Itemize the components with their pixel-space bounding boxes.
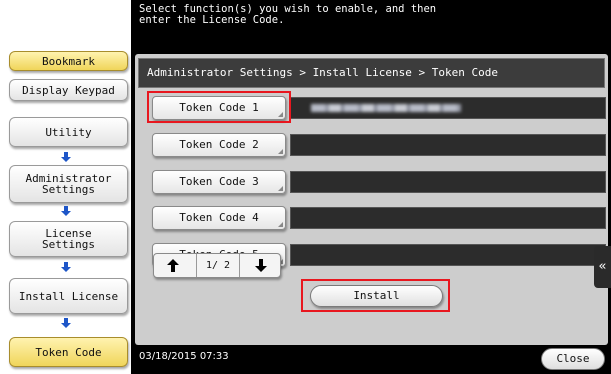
sidebar-item-administrator-settings[interactable]: Administrator Settings	[9, 165, 128, 203]
pager: 1/ 2	[153, 253, 281, 278]
token-code-1-highlight	[147, 91, 291, 123]
sidebar-item-license-settings[interactable]: License Settings	[9, 221, 128, 257]
sidebar-item-install-license[interactable]: Install License	[9, 278, 128, 314]
display-keypad-button[interactable]: Display Keypad	[9, 79, 128, 101]
arrow-down-icon	[61, 262, 71, 272]
token-code-3-field[interactable]	[290, 171, 606, 193]
breadcrumb: Administrator Settings > Install License…	[138, 58, 605, 88]
page-up-button[interactable]	[156, 254, 190, 277]
arrow-down-icon	[61, 318, 71, 328]
double-arrow-left-icon: «	[598, 259, 607, 274]
instruction-text: Select function(s) you wish to enable, a…	[139, 3, 437, 26]
token-code-1-field[interactable]	[290, 97, 606, 119]
sidebar-item-token-code[interactable]: Token Code	[9, 337, 128, 367]
token-code-2-button[interactable]: Token Code 2	[152, 133, 286, 157]
arrow-down-icon	[61, 152, 71, 162]
token-code-3-button[interactable]: Token Code 3	[152, 170, 286, 194]
token-code-4-field[interactable]	[290, 207, 606, 229]
datetime: 03/18/2015 07:33	[139, 351, 229, 362]
install-highlight	[301, 279, 450, 312]
token-code-5-field[interactable]	[290, 244, 606, 266]
bookmark-button[interactable]: Bookmark	[9, 51, 128, 71]
token-code-2-field[interactable]	[290, 134, 606, 156]
sidebar-item-utility[interactable]: Utility	[9, 117, 128, 147]
close-button[interactable]: Close	[541, 348, 605, 370]
token-code-4-button[interactable]: Token Code 4	[152, 206, 286, 230]
main-panel: Select function(s) you wish to enable, a…	[131, 0, 611, 374]
page-indicator: 1/ 2	[196, 254, 240, 277]
arrow-down-icon	[61, 206, 71, 216]
page-down-button[interactable]	[244, 254, 278, 277]
token-code-1-value	[311, 104, 461, 112]
down-arrow-icon	[255, 259, 267, 272]
sidebar: Bookmark Display Keypad Utility Administ…	[0, 0, 131, 374]
side-panel-tab[interactable]: «	[594, 246, 611, 288]
up-arrow-icon	[167, 259, 179, 272]
content-area: Administrator Settings > Install License…	[135, 54, 608, 345]
